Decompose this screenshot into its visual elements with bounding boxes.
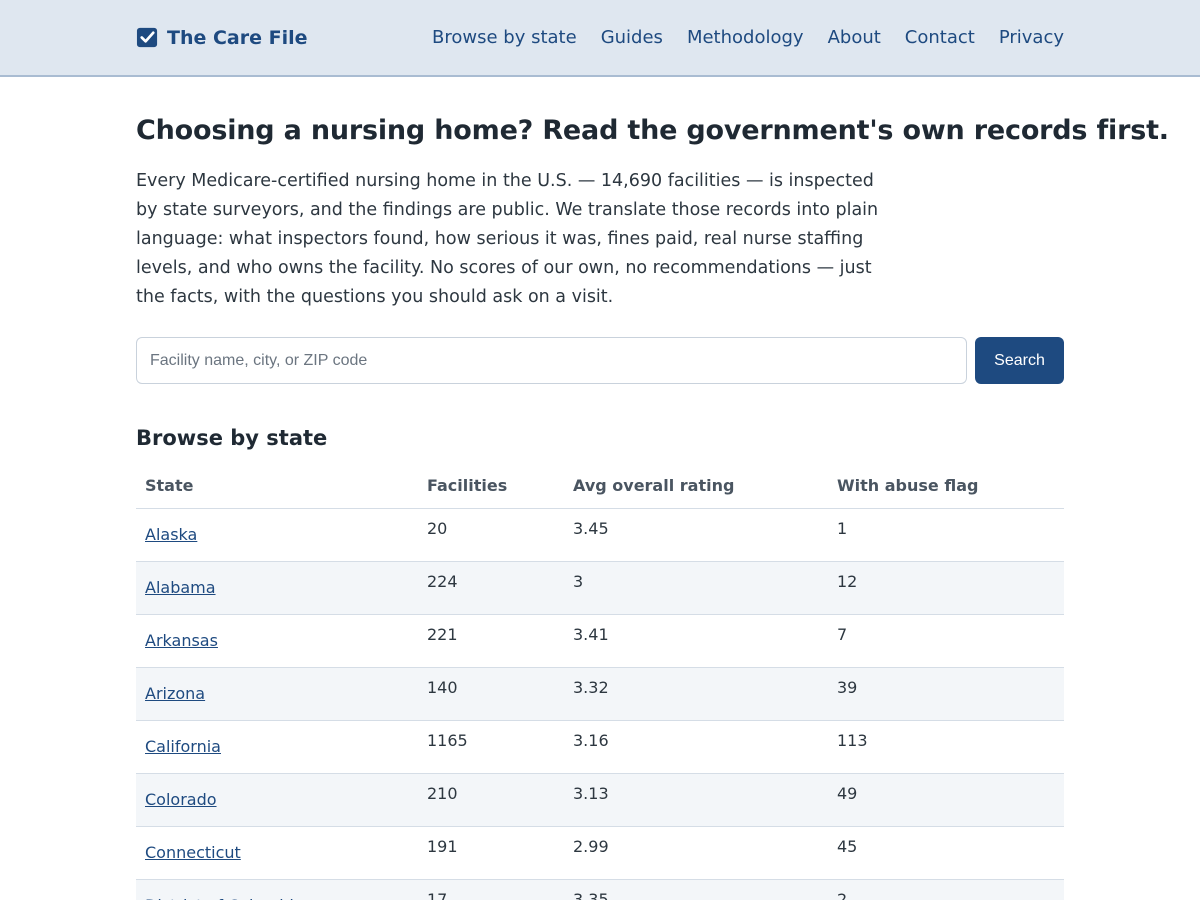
state-cell: Arizona	[136, 667, 418, 721]
main-content: Choosing a nursing home? Read the govern…	[136, 115, 1169, 900]
state-link[interactable]: Arkansas	[145, 631, 218, 650]
brand-name: The Care File	[167, 26, 308, 49]
site-header: The Care File Browse by state Guides Met…	[0, 0, 1200, 77]
table-row: California 1165 3.16 113	[136, 720, 1064, 774]
avg-rating-cell: 3.35	[564, 879, 828, 900]
browse-section-title: Browse by state	[136, 426, 328, 450]
facilities-cell: 210	[418, 773, 564, 827]
nav-methodology[interactable]: Methodology	[687, 27, 804, 48]
abuse-flag-cell: 49	[828, 773, 1064, 827]
facilities-cell: 17	[418, 879, 564, 900]
state-cell: Colorado	[136, 773, 418, 827]
state-link[interactable]: Alaska	[145, 525, 197, 544]
header-inner: The Care File Browse by state Guides Met…	[136, 0, 1064, 75]
state-cell: California	[136, 720, 418, 774]
state-cell: Alaska	[136, 508, 418, 562]
table-row: Alabama 224 3 12	[136, 561, 1064, 615]
abuse-flag-cell: 1	[828, 508, 1064, 562]
facilities-cell: 224	[418, 561, 564, 615]
state-link[interactable]: Arizona	[145, 684, 205, 703]
search-button[interactable]: Search	[975, 337, 1064, 384]
avg-rating-cell: 3.16	[564, 720, 828, 774]
state-table: State Facilities Avg overall rating With…	[136, 464, 1064, 900]
nav-about[interactable]: About	[828, 27, 881, 48]
state-link[interactable]: District of Columbia	[145, 896, 304, 900]
table-header-row: State Facilities Avg overall rating With…	[136, 464, 1064, 509]
column-header-abuse-flag[interactable]: With abuse flag	[828, 464, 1064, 509]
abuse-flag-cell: 2	[828, 879, 1064, 900]
main-nav: Browse by state Guides Methodology About…	[432, 27, 1064, 48]
column-header-state[interactable]: State	[136, 464, 418, 509]
abuse-flag-cell: 45	[828, 826, 1064, 880]
avg-rating-cell: 3	[564, 561, 828, 615]
page-title: Choosing a nursing home? Read the govern…	[136, 115, 1169, 146]
search-form: Search	[136, 337, 1064, 384]
state-link[interactable]: Colorado	[145, 790, 217, 809]
facilities-cell: 191	[418, 826, 564, 880]
state-cell: Connecticut	[136, 826, 418, 880]
nav-contact[interactable]: Contact	[905, 27, 975, 48]
avg-rating-cell: 2.99	[564, 826, 828, 880]
facilities-cell: 140	[418, 667, 564, 721]
table-row: Alaska 20 3.45 1	[136, 508, 1064, 562]
search-input[interactable]	[136, 337, 967, 384]
state-cell: District of Columbia	[136, 879, 418, 900]
table-row: Arkansas 221 3.41 7	[136, 614, 1064, 668]
abuse-flag-cell: 12	[828, 561, 1064, 615]
table-row: Arizona 140 3.32 39	[136, 667, 1064, 721]
intro-paragraph: Every Medicare-certified nursing home in…	[136, 171, 879, 307]
avg-rating-cell: 3.13	[564, 773, 828, 827]
nav-browse-by-state[interactable]: Browse by state	[432, 27, 577, 48]
state-link[interactable]: California	[145, 737, 221, 756]
nav-privacy[interactable]: Privacy	[999, 27, 1064, 48]
abuse-flag-cell: 39	[828, 667, 1064, 721]
table-row: District of Columbia 173.352	[136, 879, 1064, 900]
state-table-body: Alaska 20 3.45 1 Alabama 224 3 12 Arkansas 221 3.4…	[136, 508, 1064, 900]
state-link[interactable]: Connecticut	[145, 843, 241, 862]
column-header-facilities[interactable]: Facilities	[418, 464, 564, 509]
avg-rating-cell: 3.41	[564, 614, 828, 668]
nav-guides[interactable]: Guides	[601, 27, 663, 48]
column-header-avg-rating[interactable]: Avg overall rating	[564, 464, 828, 509]
avg-rating-cell: 3.45	[564, 508, 828, 562]
abuse-flag-cell: 113	[828, 720, 1064, 774]
abuse-flag-cell: 7	[828, 614, 1064, 668]
avg-rating-cell: 3.32	[564, 667, 828, 721]
facilities-cell: 221	[418, 614, 564, 668]
state-link[interactable]: Alabama	[145, 578, 216, 597]
facilities-cell: 1165	[418, 720, 564, 774]
facilities-cell: 20	[418, 508, 564, 562]
state-cell: Arkansas	[136, 614, 418, 668]
checkbox-icon	[136, 26, 159, 49]
state-cell: Alabama	[136, 561, 418, 615]
table-row: Colorado 210 3.13 49	[136, 773, 1064, 827]
brand-link[interactable]: The Care File	[136, 26, 308, 49]
table-row: Connecticut 191 2.99 45	[136, 826, 1064, 880]
